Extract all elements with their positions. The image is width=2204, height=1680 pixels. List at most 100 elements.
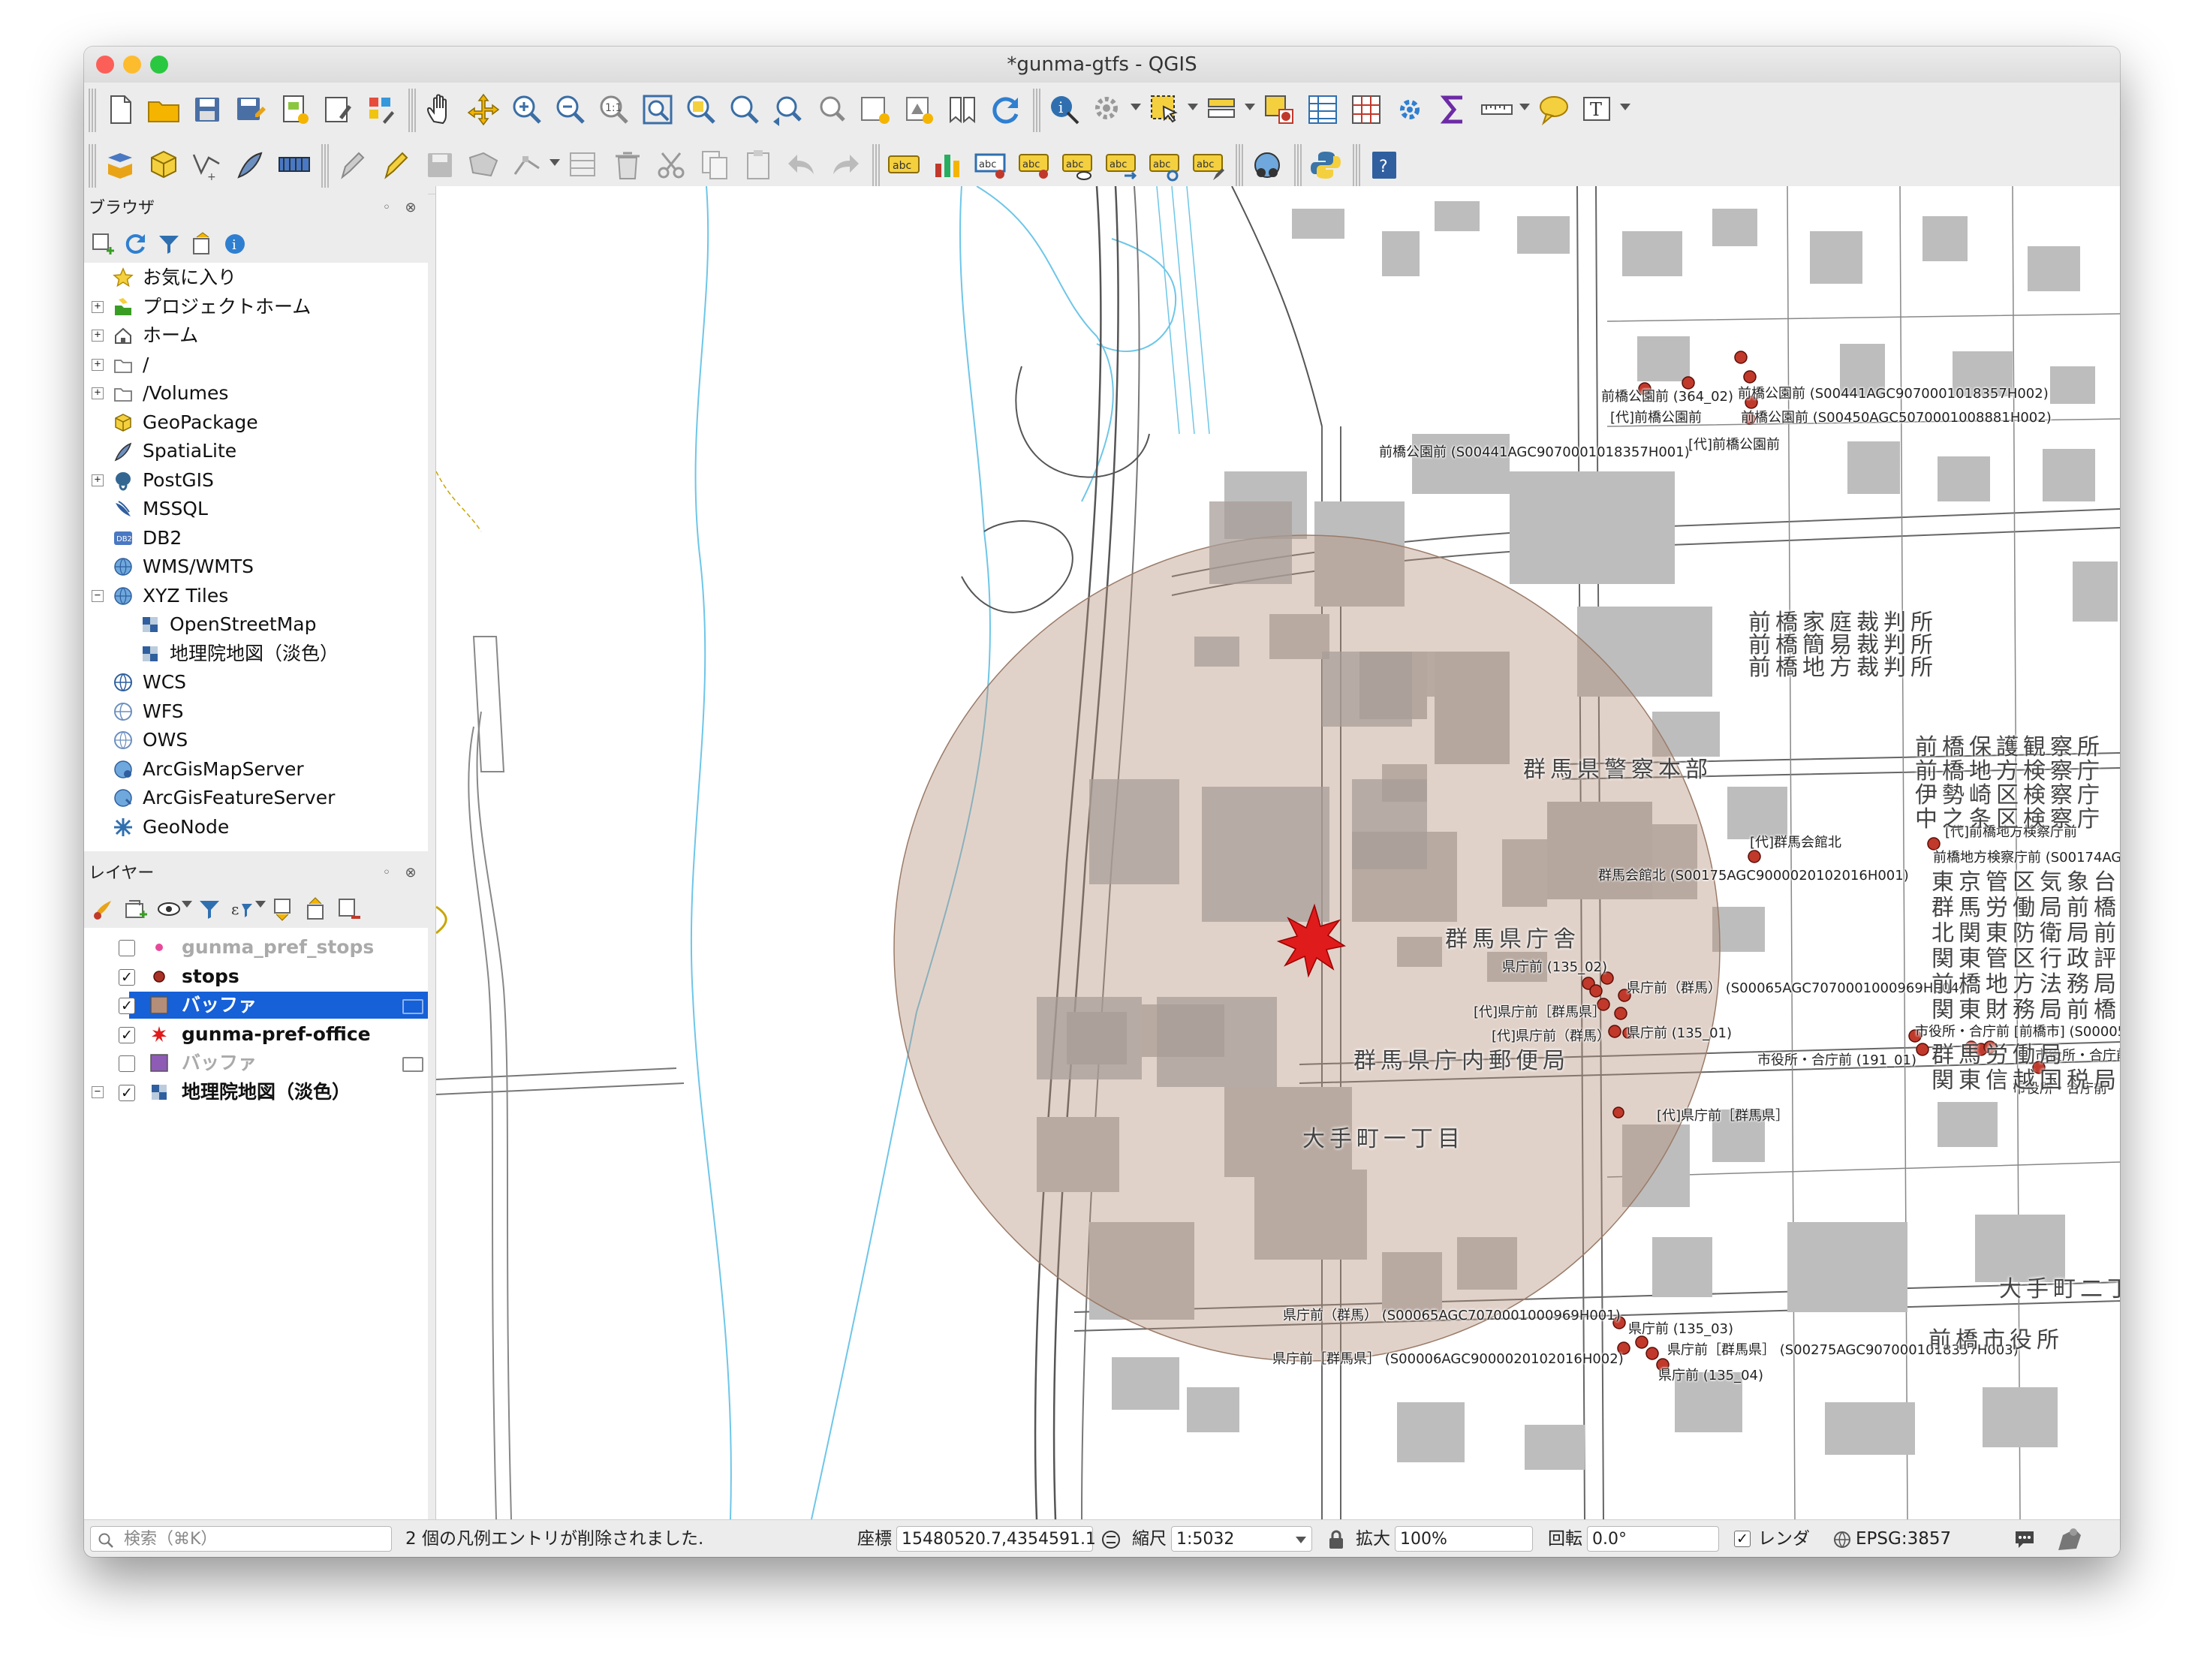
new-virtual-layer-icon[interactable] [273,143,315,187]
browser-item[interactable]: ArcGisMapServer [84,756,428,783]
browser-item[interactable]: WMS/WMTS [84,553,428,580]
new-print-layout-icon[interactable] [273,88,315,131]
add-group-icon[interactable] [123,896,149,922]
float-panel-icon[interactable]: ◦ [380,866,393,880]
browser-item[interactable]: OWS [84,727,428,754]
new-spatialite-layer-icon[interactable] [230,143,272,187]
filter-expression-dropdown[interactable] [255,901,266,908]
annotation-dropdown[interactable] [1620,104,1630,110]
plugin-status-icon[interactable] [2054,1525,2084,1553]
close-panel-icon[interactable]: ⊗ [404,201,417,215]
zoom-to-selection-icon[interactable] [680,88,722,131]
locator-search-input[interactable]: 検索（⌘K） [90,1526,392,1552]
toolbar-grip[interactable] [1236,144,1243,188]
toolbar-grip[interactable] [1294,144,1302,188]
browser-item[interactable]: + / [84,351,428,378]
messages-icon[interactable] [2013,1529,2036,1550]
browser-item[interactable]: + プロジェクトホーム [84,294,428,321]
data-source-manager-icon[interactable] [99,143,141,187]
change-label-icon[interactable]: abc [1188,143,1230,187]
zoom-native-icon[interactable]: 1:1 [593,88,635,131]
browser-item[interactable]: + ホーム [84,322,428,349]
toolbox-icon[interactable] [1389,88,1431,131]
layer-visibility-checkbox[interactable] [119,1055,135,1072]
layer-row[interactable]: − ✓ 地理院地図（淡色） [84,1079,428,1106]
rotate-label-icon[interactable]: abc [1144,143,1186,187]
toggle-editing-icon[interactable] [375,143,417,187]
toolbar-grip[interactable] [408,89,416,132]
map-canvas[interactable]: 前橋公園前 (364_02) 前橋公園前 (S00441AGC907000101… [435,186,2120,1519]
scale-combobox[interactable]: 1:5032 [1171,1526,1312,1552]
copy-features-icon[interactable] [694,143,736,187]
identify-icon[interactable]: i [1043,88,1085,131]
expand-icon[interactable]: + [92,387,104,399]
pan-to-selection-icon[interactable] [462,88,504,131]
select-by-value-dropdown[interactable] [1245,104,1255,110]
delete-selected-icon[interactable] [607,143,649,187]
zoom-next-icon[interactable] [811,88,853,131]
browser-item[interactable]: ArcGisFeatureServer [84,784,428,811]
add-selected-layers-icon[interactable] [90,231,116,257]
zoom-to-layer-icon[interactable] [724,88,766,131]
browser-item[interactable]: + /Volumes [84,380,428,407]
deselect-all-icon[interactable] [1258,88,1300,131]
add-polygon-feature-icon[interactable] [462,143,504,187]
browser-item[interactable]: DB2 DB2 [84,525,428,552]
toggle-extents-icon[interactable] [1100,1529,1122,1550]
pan-map-icon[interactable] [419,88,461,131]
modify-attributes-icon[interactable] [563,143,605,187]
cut-features-icon[interactable] [650,143,692,187]
zoom-full-icon[interactable] [637,88,679,131]
style-manager-icon[interactable] [360,88,402,131]
redo-icon[interactable] [824,143,866,187]
filter-legend-icon[interactable] [197,896,222,922]
new-map-view-icon[interactable] [854,88,896,131]
browser-item[interactable]: お気に入り [84,264,428,291]
expand-all-icon[interactable] [270,896,296,922]
toolbar-grip[interactable] [89,144,96,188]
run-action-dropdown[interactable] [1131,104,1141,110]
browser-item[interactable]: WCS [84,669,428,696]
remove-layer-icon[interactable] [336,896,362,922]
pin-labels-icon[interactable]: abc [970,143,1012,187]
move-label-icon[interactable]: abc [1100,143,1143,187]
browser-item[interactable]: + PostGIS [84,467,428,494]
layer-visibility-checkbox[interactable]: ✓ [119,1084,135,1101]
help-icon[interactable]: ? [1363,143,1405,187]
new-geopackage-layer-icon[interactable] [143,143,185,187]
filter-browser-icon[interactable] [156,231,182,257]
layer-visibility-checkbox[interactable] [119,940,135,956]
browser-item[interactable]: GeoPackage [84,409,428,436]
new-project-icon[interactable] [99,88,141,131]
select-features-dropdown[interactable] [1188,104,1198,110]
coordinate-field[interactable]: 15480520.7,4354591.1 [896,1526,1096,1552]
temporary-layer-icon[interactable] [402,1057,423,1072]
layer-row[interactable]: ✓ gunma-pref-office [84,1021,428,1048]
globe-icon[interactable] [1833,1531,1851,1549]
python-console-icon[interactable] [1305,143,1347,187]
open-project-icon[interactable] [143,88,185,131]
expand-icon[interactable]: + [92,474,104,486]
manage-visibility-icon[interactable] [156,896,182,922]
bookmarks-icon[interactable] [941,88,983,131]
browser-item[interactable]: MSSQL [84,495,428,522]
float-panel-icon[interactable]: ◦ [380,201,393,215]
vertex-tool-dropdown[interactable] [549,159,560,166]
layer-visibility-checkbox[interactable]: ✓ [119,998,135,1014]
browser-item[interactable]: GeoNode [84,814,428,841]
label-toolbar-icon[interactable]: abc [883,143,925,187]
browser-item[interactable]: SpatiaLite [84,438,428,465]
sum-icon[interactable] [1432,88,1474,131]
toolbar-grip[interactable] [321,144,329,188]
toolbar-grip[interactable] [1353,144,1360,188]
paste-features-icon[interactable] [737,143,779,187]
zoom-last-icon[interactable] [767,88,809,131]
scale-dropdown-icon[interactable] [1296,1537,1306,1543]
expand-icon[interactable]: + [92,358,104,371]
temporary-layer-icon[interactable] [402,999,423,1014]
run-action-icon[interactable] [1087,88,1129,131]
layer-row[interactable]: gunma_pref_stops [84,934,428,961]
save-project-icon[interactable] [186,88,228,131]
visibility-dropdown[interactable] [182,901,192,908]
save-as-icon[interactable] [230,88,272,131]
